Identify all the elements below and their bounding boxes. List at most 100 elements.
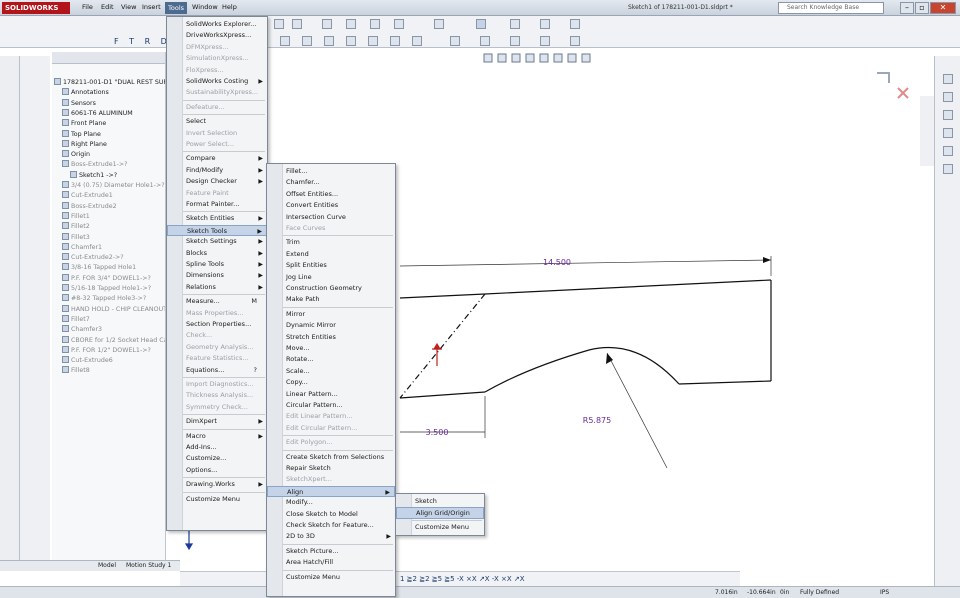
- align-item-sketch[interactable]: Sketch: [396, 496, 484, 508]
- sketch-tools-item-close-sketch-to-model[interactable]: Close Sketch to Model: [267, 509, 395, 521]
- select-icon[interactable]: [370, 19, 380, 29]
- tools-menu-item-blocks[interactable]: Blocks ▶: [167, 248, 267, 260]
- dimension-d2[interactable]: 3.500: [426, 428, 449, 437]
- offset-icon[interactable]: [480, 36, 490, 46]
- tree-item[interactable]: Right Plane: [62, 139, 107, 148]
- arc-icon[interactable]: [346, 36, 356, 46]
- tree-item[interactable]: Top Plane: [62, 129, 101, 138]
- menu-tools[interactable]: Tools: [165, 2, 188, 14]
- tools-menu-item-relations[interactable]: Relations ▶: [167, 282, 267, 294]
- sketch-tools-item-mirror[interactable]: Mirror: [267, 309, 395, 321]
- rotate-view-icon[interactable]: [510, 19, 520, 29]
- tools-menu-item-power-select[interactable]: Power Select...: [167, 139, 267, 151]
- tree-item[interactable]: 5/16-18 Tapped Hole1->?: [62, 284, 151, 292]
- menu-help[interactable]: Help: [222, 3, 237, 11]
- spline-icon[interactable]: [368, 36, 378, 46]
- sketch-tools-item-face-curves[interactable]: Face Curves: [267, 223, 395, 235]
- sketch-relations-toolbar[interactable]: 1 ≧2 ≧2 ≧5 ≧5 -X ×X ↗X -X ×X ↗X: [180, 571, 740, 586]
- tree-item[interactable]: Fillet2: [62, 222, 90, 230]
- tools-menu-item-dfmxpress[interactable]: DFMXpress...: [167, 42, 267, 54]
- tree-item[interactable]: P.F. FOR 3/4" DOWEL1->?: [62, 273, 151, 282]
- tools-menu-item-format-painter[interactable]: Format Painter...: [167, 199, 267, 211]
- align-item-customize-menu[interactable]: Customize Menu: [396, 522, 484, 534]
- tree-item[interactable]: Cut-Extrude1: [62, 191, 113, 199]
- circle-icon[interactable]: [324, 36, 334, 46]
- sketch-tools-item-modify[interactable]: Modify...: [267, 497, 395, 509]
- tree-item[interactable]: #8-32 Tapped Hole3->?: [62, 294, 146, 302]
- sketch-tools-item-align[interactable]: Align ▶: [267, 485, 395, 498]
- tree-item[interactable]: Fillet7: [62, 314, 90, 323]
- tools-menu-item-drawing-works[interactable]: Drawing.Works ▶: [167, 479, 267, 491]
- tools-menu-item-section-properties[interactable]: Section Properties...: [167, 319, 267, 331]
- status-units[interactable]: IPS: [880, 589, 889, 596]
- sketch-tools-item-edit-polygon[interactable]: Edit Polygon...: [267, 437, 395, 449]
- tree-item[interactable]: Front Plane: [62, 119, 106, 127]
- tools-menu-item-select[interactable]: Select: [167, 116, 267, 128]
- tools-menu-item-find-modify[interactable]: Find/Modify ▶: [167, 165, 267, 177]
- open-icon[interactable]: [274, 19, 284, 29]
- sketch-tools-item-edit-linear-pattern[interactable]: Edit Linear Pattern...: [267, 411, 395, 423]
- file-explorer-icon[interactable]: [943, 110, 953, 120]
- tools-menu-item-sketch-entities[interactable]: Sketch Entities ▶: [167, 213, 267, 225]
- tools-menu-item-invert-selection[interactable]: Invert Selection: [167, 128, 267, 140]
- sketch-tools-item-check-sketch-for-feature[interactable]: Check Sketch for Feature...: [267, 520, 395, 532]
- tree-item[interactable]: Sketch1 ->?: [70, 170, 117, 179]
- pattern-icon[interactable]: [540, 36, 550, 46]
- menu-window[interactable]: Window: [192, 3, 218, 11]
- tree-item[interactable]: Cut-Extrude6: [62, 356, 113, 364]
- tree-tabs[interactable]: [52, 52, 165, 64]
- tools-menu-item-thickness-analysis[interactable]: Thickness Analysis...: [167, 390, 267, 402]
- tree-item[interactable]: Fillet1: [62, 211, 90, 220]
- tools-menu-item-customize-menu[interactable]: Customize Menu: [167, 494, 267, 506]
- save-icon[interactable]: [292, 19, 302, 29]
- tools-menu-item-customize[interactable]: Customize...: [167, 453, 267, 465]
- tree-item[interactable]: Fillet8: [62, 366, 90, 374]
- tools-menu-item-defeature[interactable]: Defeature...: [167, 102, 267, 114]
- tree-item[interactable]: Annotations: [62, 88, 109, 96]
- minimize-button[interactable]: –: [900, 2, 914, 14]
- close-window-button[interactable]: ✕: [930, 2, 956, 14]
- rectangle-icon[interactable]: [302, 36, 312, 46]
- options-icon[interactable]: [434, 19, 444, 29]
- menu-view[interactable]: View: [121, 3, 136, 11]
- relations-glyphs[interactable]: 1 ≧2 ≧2 ≧5 ≧5 -X ×X ↗X -X ×X ↗X: [400, 575, 525, 583]
- tree-item[interactable]: Chamfer1: [62, 242, 102, 251]
- sketch-tools-item-extend[interactable]: Extend: [267, 249, 395, 261]
- tools-menu-item-design-checker[interactable]: Design Checker ▶: [167, 176, 267, 188]
- sketch-tools-item-sketch-picture[interactable]: Sketch Picture...: [267, 546, 395, 558]
- tree-item[interactable]: Boss-Extrude1->?: [62, 160, 128, 168]
- sketch-tools-item-trim[interactable]: Trim: [267, 237, 395, 249]
- sketch-tools-item-circular-pattern[interactable]: Circular Pattern...: [267, 400, 395, 412]
- tree-item[interactable]: Chamfer3: [62, 325, 102, 333]
- sketch-tools-item-convert-entities[interactable]: Convert Entities: [267, 200, 395, 212]
- tree-item[interactable]: P.F. FOR 1/2" DOWEL1->?: [62, 345, 151, 354]
- sketch-tools-item-offset-entities[interactable]: Offset Entities...: [267, 189, 395, 201]
- search-input[interactable]: Search Knowledge Base: [778, 2, 884, 14]
- move-icon[interactable]: [570, 36, 580, 46]
- tools-menu-item-equations[interactable]: Equations...?: [167, 365, 267, 377]
- tools-menu-item-measure[interactable]: Measure... M: [167, 296, 267, 308]
- record-icon[interactable]: [570, 19, 580, 29]
- tools-menu-item-feature-statistics[interactable]: Feature Statistics...: [167, 353, 267, 365]
- tree-item[interactable]: Boss-Extrude2: [62, 201, 117, 210]
- tools-menu-item-solidworks-explorer[interactable]: SolidWorks Explorer...: [167, 19, 267, 31]
- tree-item[interactable]: Fillet3: [62, 232, 90, 241]
- tab-model[interactable]: Model: [98, 562, 116, 569]
- tree-item[interactable]: CBORE for 1/2 Socket Head Cap: [62, 335, 165, 344]
- tools-menu-item-dimxpert[interactable]: DimXpert ▶: [167, 416, 267, 428]
- sketch-tools-item-repair-sketch[interactable]: Repair Sketch: [267, 463, 395, 475]
- tools-menu-item-solidworks-costing[interactable]: SolidWorks Costing ▶: [167, 76, 267, 88]
- menu-insert[interactable]: Insert: [142, 3, 161, 11]
- sketch-tools-item-2d-to-3d[interactable]: 2D to 3D ▶: [267, 531, 395, 543]
- align-item-align-grid-origin[interactable]: Align Grid/Origin: [396, 507, 484, 519]
- undo-icon[interactable]: [346, 19, 356, 29]
- sketch-tools-item-linear-pattern[interactable]: Linear Pattern...: [267, 389, 395, 401]
- tree-item[interactable]: Origin: [62, 150, 90, 158]
- sketch-tools-item-move[interactable]: Move...: [267, 343, 395, 355]
- sketch-tools-item-edit-circular-pattern[interactable]: Edit Circular Pattern...: [267, 423, 395, 435]
- sketch-tools-item-copy[interactable]: Copy...: [267, 377, 395, 389]
- tools-menu-item-symmetry-check[interactable]: Symmetry Check...: [167, 402, 267, 414]
- resources-icon[interactable]: [943, 74, 953, 84]
- tools-menu-item-geometry-analysis[interactable]: Geometry Analysis...: [167, 342, 267, 354]
- sketch-tools-item-dynamic-mirror[interactable]: Dynamic Mirror: [267, 320, 395, 332]
